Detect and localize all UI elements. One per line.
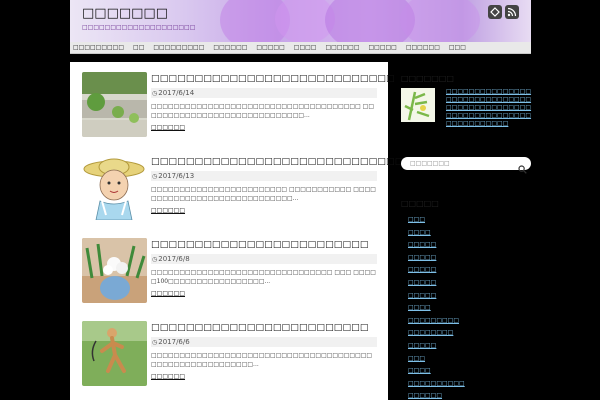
nav-item[interactable]: □□□□□ <box>368 44 396 51</box>
category-item[interactable]: □□□□□ <box>408 340 465 353</box>
post-excerpt: □□□□□□□□□□□□□□□□□□□□□□□□ □□□□□□□□□□□ □□□… <box>151 186 376 202</box>
main-nav: □□□□□□□□□ □□ □□□□□□□□□ □□□□□□ □□□□□ □□□□… <box>70 42 531 54</box>
category-list: □□□ □□□□ □□□□□ □□□□□ □□□□□ □□□□□ □□□□□ □… <box>408 214 465 400</box>
search-input[interactable]: □□□□□□□ <box>401 157 531 170</box>
read-more-link[interactable]: □□□□□□ <box>151 290 185 297</box>
category-item[interactable]: □□□□□□□□ <box>408 327 465 340</box>
post-title[interactable]: □□□□□□□□□□□□□□□□□□□□□□□□□ <box>151 240 369 250</box>
post-date: ◷2017/6/14 <box>151 88 377 98</box>
post-thumbnail-flower-vase[interactable] <box>82 238 147 303</box>
post-date: ◷2017/6/8 <box>151 254 377 264</box>
post-date-text: 2017/6/8 <box>158 255 190 263</box>
category-item[interactable]: □□□□□ <box>408 239 465 252</box>
nav-item[interactable]: □□□□□□ <box>406 44 440 51</box>
post-thumbnail-farmer-illustration[interactable] <box>82 155 147 220</box>
post-title[interactable]: □□□□□□□□□□□□□□□□□□□□□□□□□ <box>151 323 369 333</box>
post-date: ◷2017/6/6 <box>151 337 377 347</box>
category-item[interactable]: □□□□□ <box>408 277 465 290</box>
rss-icon[interactable] <box>505 5 519 19</box>
category-item[interactable]: □□□□□□□□□□ <box>408 378 465 391</box>
header-icons <box>488 5 519 19</box>
popular-posts-title: □□□□□□□ <box>401 74 454 83</box>
clock-icon: ◷ <box>152 173 158 180</box>
post-thumbnail-garden[interactable] <box>82 72 147 137</box>
clock-icon: ◷ <box>152 256 158 263</box>
nav-item[interactable]: □□□□□□□□□ <box>153 44 204 51</box>
category-item[interactable]: □□□□□ <box>408 290 465 303</box>
nav-item[interactable]: □□□□□□ <box>325 44 359 51</box>
feedly-icon[interactable] <box>488 5 502 19</box>
post-date: ◷2017/6/13 <box>151 171 377 181</box>
category-item[interactable]: □□□ <box>408 353 465 366</box>
nav-item[interactable]: □□□□□□□□□ <box>73 44 124 51</box>
post-date-text: 2017/6/6 <box>158 338 190 346</box>
read-more-link[interactable]: □□□□□□ <box>151 373 185 380</box>
category-item[interactable]: □□□□ <box>408 365 465 378</box>
nav-item[interactable]: □□ <box>133 44 144 51</box>
category-item[interactable]: □□□ <box>408 214 465 227</box>
category-item[interactable]: □□□□□□ <box>408 390 465 400</box>
post-date-text: 2017/6/14 <box>158 89 195 97</box>
nav-item[interactable]: □□□ <box>449 44 466 51</box>
main-content: □□□□□□□□□□□□□□□□□□□□□□□□□□□□ ◷2017/6/14 … <box>70 62 447 400</box>
post-excerpt: □□□□□□□□□□□□□□□□□□□□□□□□□□□□□□□□□□□□□ □□… <box>151 103 374 119</box>
category-item[interactable]: □□□□ <box>408 227 465 240</box>
site-description: □□□□□□□□□□□□□□□□□□□□ <box>82 24 196 31</box>
clock-icon: ◷ <box>152 90 158 97</box>
nav-item[interactable]: □□□□□□ <box>213 44 247 51</box>
post-date-text: 2017/6/13 <box>158 172 195 180</box>
nav-item[interactable]: □□□□□ <box>256 44 284 51</box>
post-excerpt: □□□□□□□□□□□□□□□□□□□□□□□□□□□□□□□□ □□□ □□□… <box>151 269 376 285</box>
hydrangea-decoration <box>400 0 480 42</box>
read-more-link[interactable]: □□□□□□ <box>151 124 185 131</box>
post-title[interactable]: □□□□□□□□□□□□□□□□□□□□□□□□□□□□ <box>151 74 395 84</box>
category-item[interactable]: □□□□□ <box>408 252 465 265</box>
read-more-link[interactable]: □□□□□□ <box>151 207 185 214</box>
post-thumbnail-wooden-mannequin[interactable] <box>82 321 147 386</box>
site-header: □□□□□□□ □□□□□□□□□□□□□□□□□□□□ <box>70 0 531 42</box>
site-title[interactable]: □□□□□□□ <box>82 6 168 21</box>
search-icon[interactable] <box>518 159 527 178</box>
popular-post-link[interactable]: □□□□□□□□□□□□□□□ □□□□□□□□□□□□□□□□□□□□□□□□… <box>446 88 532 128</box>
category-item[interactable]: □□□□□ <box>408 264 465 277</box>
clock-icon: ◷ <box>152 339 158 346</box>
nav-item[interactable]: □□□□ <box>294 44 317 51</box>
category-item[interactable]: □□□□ <box>408 302 465 315</box>
category-widget-title: □□□□□ <box>401 199 439 208</box>
post-excerpt: □□□□□□□□□□□□□□□□□□□□□□□□□□□□□□□□□□□□□□□□… <box>151 352 373 368</box>
category-item[interactable]: □□□□□□□□□ <box>408 315 465 328</box>
popular-post-thumbnail[interactable] <box>401 88 435 122</box>
